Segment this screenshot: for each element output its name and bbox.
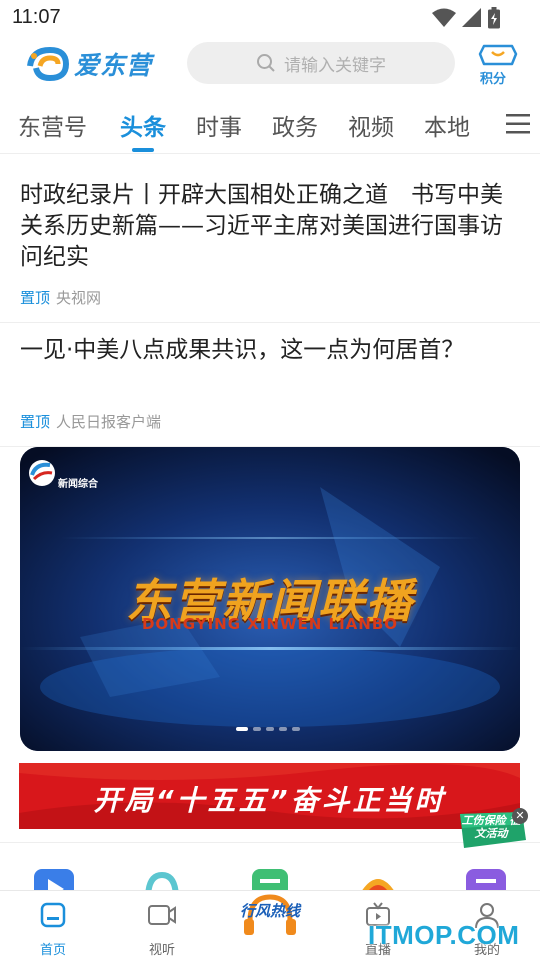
hotline-label: 行风热线 (239, 902, 300, 920)
ad-banner[interactable]: 开局“十五五”奋斗正当时 (19, 763, 520, 829)
tab-dongyinghao[interactable]: 东营号 (18, 108, 87, 142)
status-bar: 11:07 (0, 0, 540, 36)
tab-video[interactable]: 视频 (348, 108, 394, 142)
battery-icon (488, 7, 500, 29)
points-label: 积分 (480, 72, 507, 87)
tab-headlines[interactable]: 头条 (120, 108, 166, 142)
list-item[interactable]: 时政纪录片丨开辟大国相处正确之道 书写中美关系历史新篇——习近平主席对美国进行国… (0, 155, 540, 323)
close-icon[interactable]: ✕ (512, 808, 528, 824)
shortcut-video-icon[interactable] (34, 869, 74, 892)
home-icon (40, 902, 66, 928)
shortcut-document-icon[interactable] (250, 869, 290, 892)
news-source: 央视网 (56, 289, 102, 307)
news-title: 时政纪录片丨开辟大国相处正确之道 书写中美关系历史新篇——习近平主席对美国进行国… (20, 182, 503, 270)
tab-government[interactable]: 政务 (272, 108, 318, 142)
status-icons (432, 7, 500, 29)
carousel-dot (292, 727, 300, 731)
tab-local[interactable]: 本地 (424, 108, 470, 142)
nav-audiovisual[interactable]: 视听 (127, 897, 197, 958)
status-time: 11:07 (12, 6, 61, 28)
nav-home[interactable]: 首页 (18, 897, 88, 958)
watermark: ITMOP.COM (368, 920, 520, 950)
search-placeholder: 请输入关键字 (284, 55, 386, 76)
search-icon (257, 54, 275, 72)
search-input[interactable]: 请输入关键字 (187, 42, 455, 84)
logo-mark-icon (27, 46, 70, 82)
ad-text: 开局“十五五”奋斗正当时 (93, 784, 446, 817)
app-logo[interactable]: 爱东营 (26, 44, 166, 84)
news-title: 一见·中美八点成果共识，这一点为何居首？ (20, 337, 465, 363)
carousel-dot (253, 727, 261, 731)
active-tab-indicator (132, 148, 154, 152)
carousel-dot (266, 727, 274, 731)
pinned-tag: 置顶 (20, 289, 51, 307)
category-tabs: 东营号 头条 时事 政务 视频 本地 (0, 98, 540, 154)
logo-text: 爱东营 (74, 51, 153, 80)
news-meta: 置顶 人民日报客户端 (20, 411, 161, 432)
pinned-tag: 置顶 (20, 413, 51, 431)
news-source: 人民日报客户端 (56, 413, 162, 431)
list-item[interactable]: 一见·中美八点成果共识，这一点为何居首？ 置顶 人民日报客户端 (0, 323, 540, 447)
nav-label-audiovisual: 视听 (148, 943, 175, 958)
shortcut-message-icon[interactable] (466, 869, 506, 892)
carousel-indicator (236, 727, 300, 731)
nav-hotline[interactable]: 行风热线 (235, 891, 305, 951)
app-header: 爱东营 请输入关键字 积分 (0, 36, 540, 92)
points-icon (478, 44, 518, 66)
menu-icon[interactable] (506, 113, 530, 135)
cell-signal-icon (462, 8, 481, 27)
banner-channel-name: 新闻综合 (58, 479, 98, 490)
nav-label-home: 首页 (39, 943, 66, 958)
news-meta: 置顶 央视网 (20, 287, 101, 308)
tab-current-affairs[interactable]: 时事 (196, 108, 242, 142)
banner-carousel[interactable]: 新闻综合 东营新闻联播 DONGYING XINWEN LIANBO (20, 447, 520, 751)
points-button[interactable]: 积分 (478, 42, 518, 88)
banner-subtitle: DONGYING XINWEN LIANBO (141, 615, 399, 633)
channel-logo-icon (29, 460, 55, 486)
shortcut-audio-icon[interactable] (142, 869, 182, 892)
shortcut-sunrise-icon[interactable] (356, 867, 400, 892)
video-camera-icon (148, 905, 176, 925)
carousel-dot (236, 727, 248, 731)
carousel-dot (279, 727, 287, 731)
wifi-icon (432, 8, 456, 27)
